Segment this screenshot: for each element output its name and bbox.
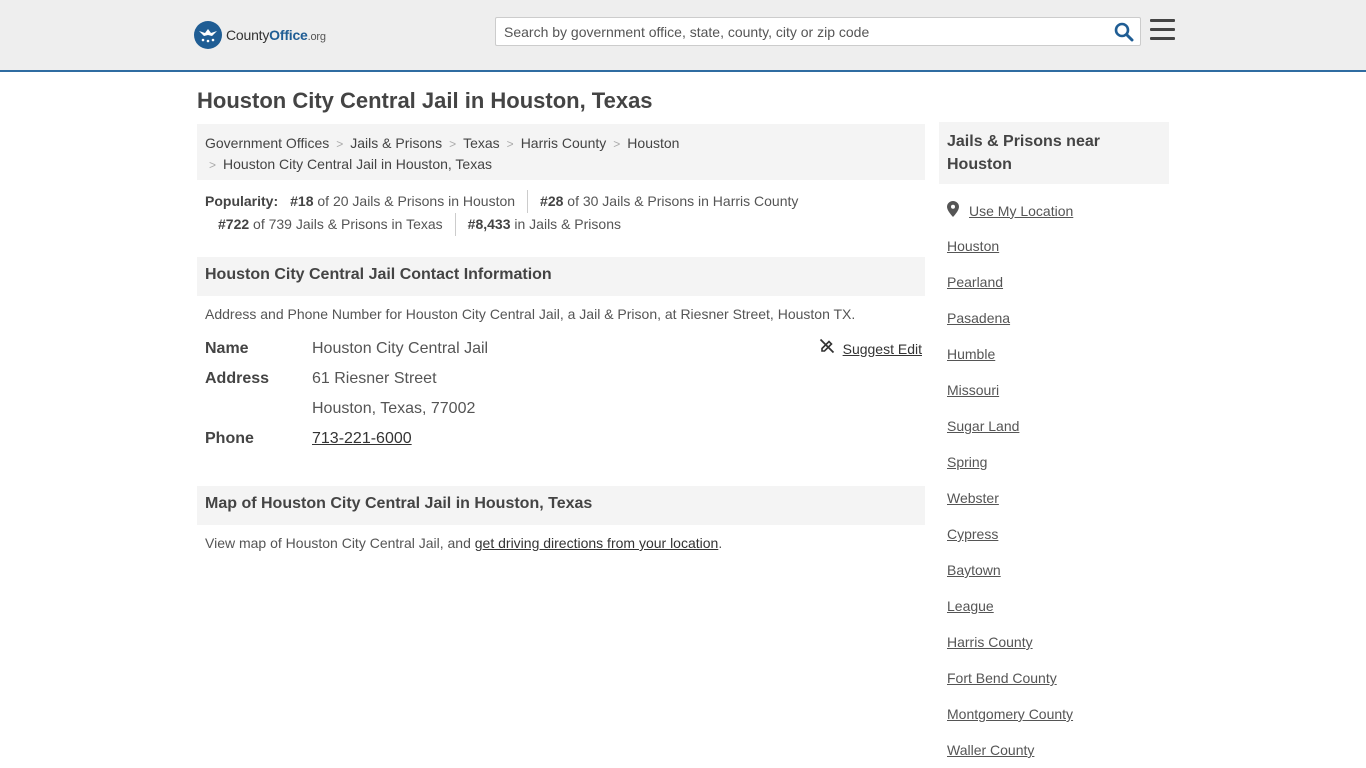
breadcrumb-separator: >: [506, 137, 514, 151]
search-icon[interactable]: [1114, 22, 1134, 42]
sidebar-item-houston: Houston: [947, 238, 1000, 254]
sidebar-item-fort-bend-county: Fort Bend County: [947, 670, 1057, 686]
search-input[interactable]: [496, 18, 1106, 45]
sidebar-item-cypress: Cypress: [947, 526, 999, 542]
breadcrumb-separator: >: [209, 158, 217, 172]
contact-section-heading: Houston City Central Jail Contact Inform…: [197, 257, 925, 296]
breadcrumb-separator: >: [336, 137, 344, 151]
suggest-edit: Suggest Edit: [819, 338, 922, 360]
popularity-stats: Popularity: #18 of 20 Jails & Prisons in…: [197, 190, 925, 236]
top-bar: CountyOffice.org: [0, 0, 1366, 72]
breadcrumb-texas[interactable]: Texas: [463, 135, 500, 151]
use-my-location-link[interactable]: Use My Location: [969, 203, 1073, 219]
phone-link[interactable]: 713-221-6000: [312, 430, 412, 447]
sidebar-item-webster: Webster: [947, 490, 999, 506]
edit-off-icon: [819, 338, 835, 360]
popularity-rank-city: #18 of 20 Jails & Prisons in Houston: [290, 193, 516, 209]
logo-wordmark: CountyOffice.org: [226, 27, 326, 43]
suggest-edit-link[interactable]: Suggest Edit: [843, 338, 922, 360]
sidebar-item-baytown: Baytown: [947, 562, 1001, 578]
address-line-2: Houston, Texas, 77002: [312, 400, 476, 417]
page-title: Houston City Central Jail in Houston, Te…: [197, 88, 653, 113]
sidebar-item-montgomery-county: Montgomery County: [947, 706, 1074, 722]
sidebar-item-spring: Spring: [947, 454, 988, 470]
search-box: [495, 17, 1141, 46]
sidebar-item-harris-county: Harris County: [947, 634, 1033, 650]
name-value: Houston City Central Jail: [312, 340, 489, 357]
map-description: View map of Houston City Central Jail, a…: [205, 535, 723, 551]
contact-description: Address and Phone Number for Houston Cit…: [205, 306, 856, 322]
sidebar-heading: Jails & Prisons near Houston: [939, 122, 1169, 184]
popularity-rank-state: #722 of 739 Jails & Prisons in Texas: [218, 216, 443, 232]
breadcrumb-separator: >: [613, 137, 621, 151]
sidebar-item-sugar-land: Sugar Land: [947, 418, 1020, 434]
breadcrumb-separator: >: [449, 137, 457, 151]
hamburger-menu-icon[interactable]: [1150, 19, 1175, 41]
popularity-label: Popularity:: [205, 193, 279, 209]
use-my-location: Use My Location: [947, 201, 1073, 220]
phone-label: Phone: [205, 430, 254, 447]
site-logo[interactable]: CountyOffice.org: [194, 20, 326, 50]
breadcrumb-current: Houston City Central Jail in Houston, Te…: [223, 156, 492, 172]
breadcrumb-harris-county[interactable]: Harris County: [521, 135, 607, 151]
breadcrumb-jails-prisons[interactable]: Jails & Prisons: [350, 135, 442, 151]
eagle-logo-icon: [194, 21, 222, 49]
popularity-rank-national: #8,433 in Jails & Prisons: [454, 213, 633, 236]
address-line-1: 61 Riesner Street: [312, 370, 437, 387]
breadcrumb-government-offices[interactable]: Government Offices: [205, 135, 329, 151]
sidebar-item-pasadena: Pasadena: [947, 310, 1011, 326]
name-label: Name: [205, 340, 249, 357]
name-row: Name Houston City Central Jail Suggest E…: [205, 338, 925, 360]
breadcrumb-houston[interactable]: Houston: [627, 135, 679, 151]
popularity-rank-county: #28 of 30 Jails & Prisons in Harris Coun…: [527, 190, 810, 213]
breadcrumb: Government Offices > Jails & Prisons > Texas…: [197, 124, 925, 180]
sidebar-item-humble: Humble: [947, 346, 996, 362]
driving-directions-link[interactable]: get driving directions from your locatio…: [475, 535, 719, 551]
location-pin-icon: [947, 201, 959, 220]
sidebar-item-missouri: Missouri: [947, 382, 1000, 398]
sidebar-item-pearland: Pearland: [947, 274, 1004, 290]
sidebar-item-waller-county: Waller County: [947, 742, 1035, 758]
sidebar-item-league: League: [947, 598, 994, 614]
address-label: Address: [205, 370, 270, 387]
map-section-heading: Map of Houston City Central Jail in Hous…: [197, 486, 925, 525]
